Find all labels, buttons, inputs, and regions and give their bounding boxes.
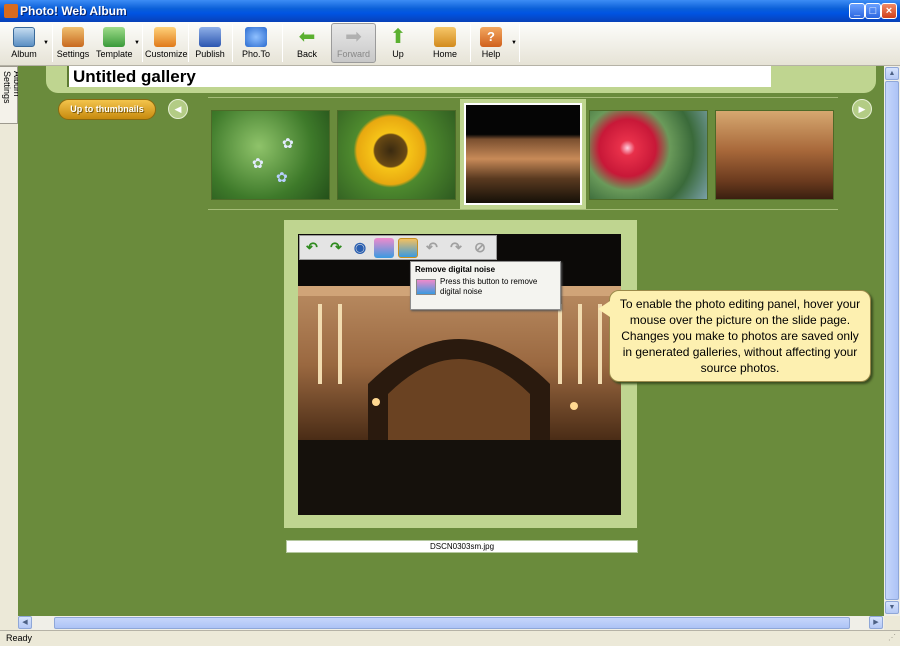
- prev-page-button[interactable]: ◀: [168, 99, 188, 119]
- help-icon: ?: [480, 27, 502, 47]
- settings-button[interactable]: Settings: [54, 23, 92, 63]
- settings-icon: [62, 27, 84, 47]
- title-bar: Photo! Web Album _ □ ×: [0, 0, 900, 22]
- customize-icon: [154, 27, 176, 47]
- template-label: Template: [96, 49, 133, 59]
- separator: [232, 24, 233, 62]
- rotate-right-icon[interactable]: ↷: [326, 238, 346, 258]
- separator: [188, 24, 189, 62]
- separator: [282, 24, 283, 62]
- forward-label: Forward: [336, 49, 370, 59]
- help-label: Help: [481, 49, 501, 59]
- tooltip-remove-noise-icon: [416, 279, 436, 295]
- forward-button[interactable]: ➡ Forward: [331, 23, 376, 63]
- resize-grip-icon[interactable]: ⋰: [888, 633, 896, 642]
- thumbnail-flowers[interactable]: ✿ ✿ ✿: [211, 110, 330, 200]
- home-label: Home: [432, 49, 457, 59]
- template-dropdown-arrow[interactable]: ▼: [134, 40, 140, 46]
- album-label: Album: [11, 49, 37, 59]
- minimize-button[interactable]: _: [849, 3, 865, 19]
- customize-button[interactable]: Customize: [144, 23, 188, 63]
- separator: [470, 24, 471, 62]
- callout-pointer: [598, 301, 610, 317]
- flower-glyph: ✿: [276, 169, 288, 185]
- status-text: Ready: [6, 633, 33, 643]
- back-arrow-icon: ⬅: [298, 26, 316, 48]
- album-button[interactable]: Album: [6, 23, 42, 63]
- scroll-up-button[interactable]: ▲: [885, 67, 899, 80]
- forward-arrow-icon: ➡: [345, 26, 362, 48]
- tooltip-title: Remove digital noise: [415, 265, 496, 274]
- red-eye-icon[interactable]: ◉: [350, 238, 370, 258]
- up-button[interactable]: ⬆ Up: [379, 23, 417, 63]
- separator: [519, 24, 520, 62]
- back-button[interactable]: ⬅ Back: [286, 23, 328, 63]
- publish-icon: [199, 27, 221, 47]
- help-dropdown-arrow[interactable]: ▼: [511, 40, 517, 46]
- remove-noise-icon[interactable]: [398, 238, 418, 258]
- horizontal-scrollbar[interactable]: ◀ ▶: [18, 616, 884, 630]
- up-to-thumbnails-button[interactable]: Up to thumbnails: [58, 99, 156, 120]
- template-button[interactable]: Template: [95, 23, 133, 63]
- close-button[interactable]: ×: [881, 3, 897, 19]
- toolbar: Album ▼ Settings Template ▼ Customize Pu…: [0, 22, 900, 66]
- rotate-left-icon[interactable]: ↶: [302, 238, 322, 258]
- thumbnail-sunflower[interactable]: [337, 110, 456, 200]
- undo-icon[interactable]: ↶: [422, 238, 442, 258]
- home-button[interactable]: Home: [422, 23, 468, 63]
- hint-callout: To enable the photo editing panel, hover…: [598, 290, 871, 382]
- divider-bottom: [208, 209, 838, 210]
- divider-top: [208, 97, 838, 98]
- phototo-label: Pho.To: [241, 49, 271, 59]
- home-icon: [434, 27, 456, 47]
- separator: [142, 24, 143, 62]
- thumbnail-hibiscus[interactable]: [589, 110, 708, 200]
- album-settings-tab[interactable]: Album Settings: [0, 66, 22, 124]
- thumbnail-palace[interactable]: [464, 103, 582, 205]
- photo-caption: DSCN0303sm.jpg: [286, 540, 638, 553]
- tooltip-text: Press this button to remove digital nois…: [440, 277, 538, 296]
- tooltip: Remove digital noise Press this button t…: [410, 261, 561, 310]
- phototo-icon: [245, 27, 267, 47]
- settings-label: Settings: [56, 49, 90, 59]
- up-label: Up: [392, 49, 404, 59]
- app-icon: [4, 4, 18, 18]
- enhance-icon[interactable]: [374, 238, 394, 258]
- up-arrow-icon: ⬆: [389, 26, 407, 48]
- scroll-left-button[interactable]: ◀: [18, 616, 32, 629]
- cancel-icon[interactable]: ⊘: [470, 238, 490, 258]
- flower-glyph: ✿: [252, 155, 264, 171]
- flower-glyph: ✿: [282, 135, 294, 151]
- horizontal-scroll-thumb[interactable]: [54, 617, 850, 629]
- maximize-button[interactable]: □: [865, 3, 881, 19]
- album-icon: [13, 27, 35, 47]
- album-dropdown-arrow[interactable]: ▼: [43, 40, 49, 46]
- gallery-preview: Untitled gallery Up to thumbnails ◀ ▶ ✿ …: [18, 66, 884, 616]
- redo-icon[interactable]: ↷: [446, 238, 466, 258]
- status-bar: Ready ⋰: [0, 630, 900, 646]
- window-title: Photo! Web Album: [20, 4, 127, 18]
- publish-label: Publish: [195, 49, 225, 59]
- publish-button[interactable]: Publish: [190, 23, 230, 63]
- gallery-title[interactable]: Untitled gallery: [67, 66, 771, 87]
- vertical-scroll-thumb[interactable]: [885, 81, 899, 600]
- back-label: Back: [296, 49, 317, 59]
- template-icon: [103, 27, 125, 47]
- thumbnail-colosseum[interactable]: [715, 110, 834, 200]
- help-button[interactable]: ? Help: [472, 23, 510, 63]
- photo-edit-toolbar: ↶ ↷ ◉ ↶ ↷ ⊘: [299, 235, 497, 260]
- next-page-button[interactable]: ▶: [852, 99, 872, 119]
- separator: [52, 24, 53, 62]
- scroll-right-button[interactable]: ▶: [869, 616, 883, 629]
- callout-text: To enable the photo editing panel, hover…: [619, 297, 861, 375]
- vertical-scrollbar[interactable]: ▲ ▼: [884, 66, 900, 616]
- scroll-down-button[interactable]: ▼: [885, 601, 899, 614]
- phototo-button[interactable]: Pho.To: [234, 23, 278, 63]
- customize-label: Customize: [145, 49, 188, 59]
